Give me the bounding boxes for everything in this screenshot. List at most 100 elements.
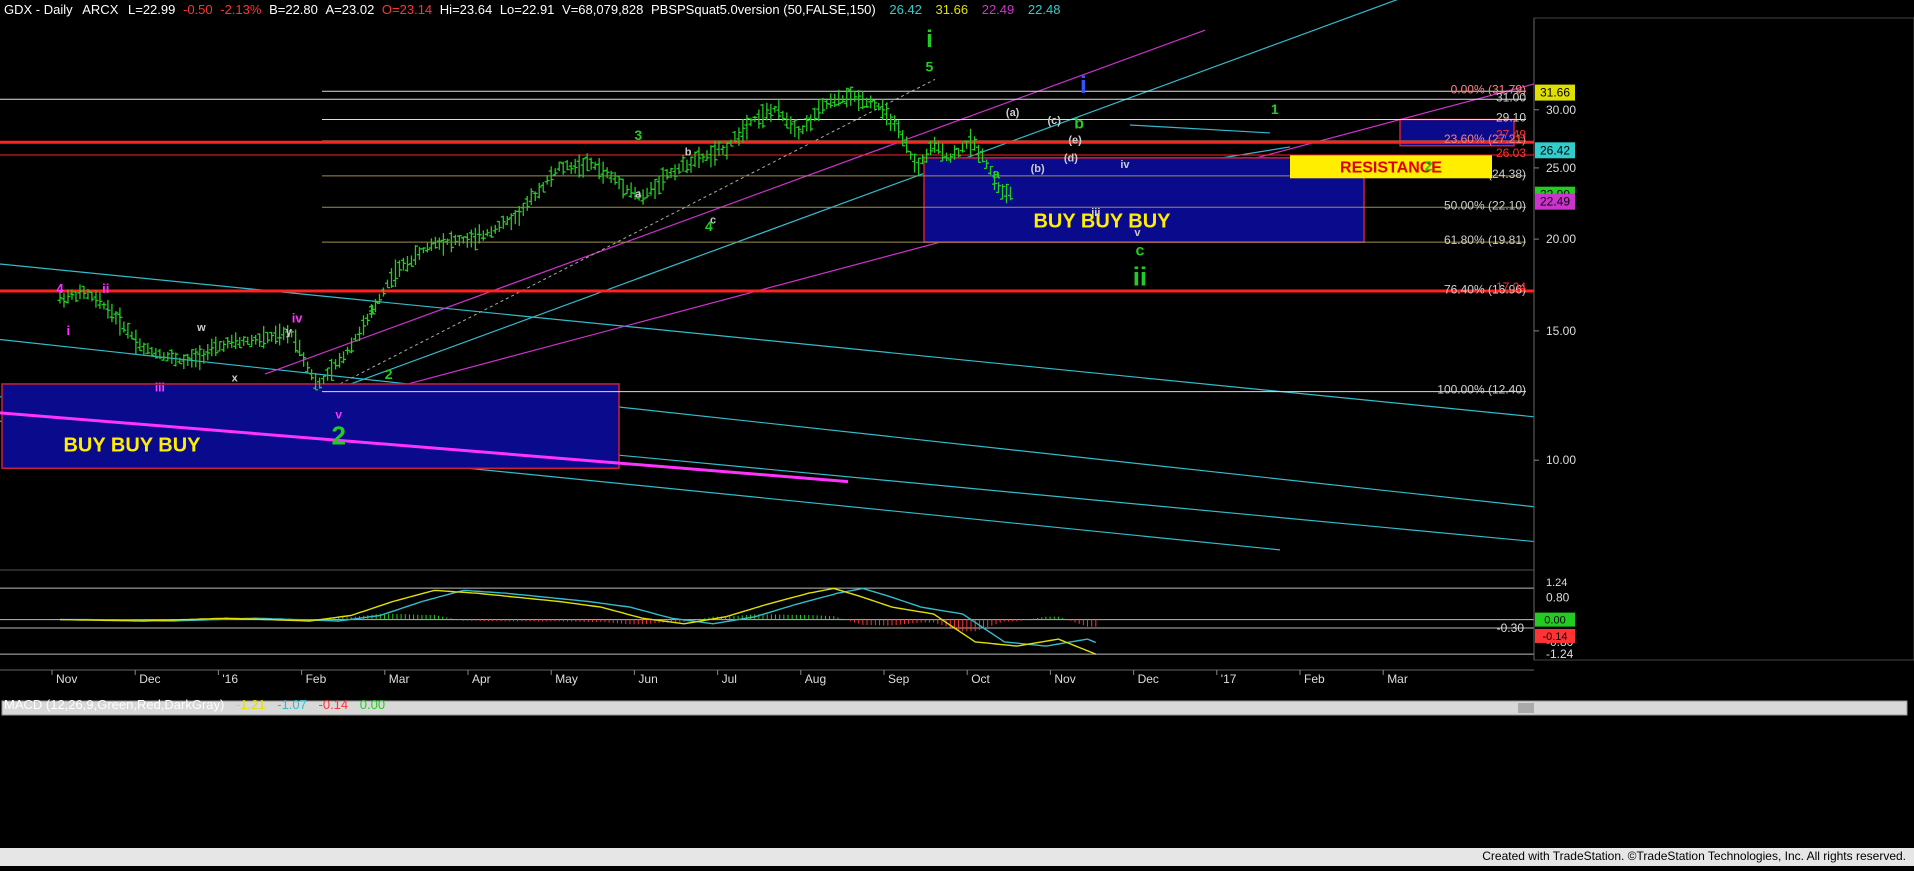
wave-label: 2 <box>331 421 345 451</box>
last-label: L=22.99 <box>128 2 176 17</box>
study-value-3: 22.49 <box>981 2 1015 17</box>
wave-label: v <box>335 407 342 421</box>
fib-level-label: 31.00 <box>1496 90 1526 104</box>
wave-label: (d) <box>1064 153 1078 165</box>
wave-label: 1 <box>368 301 376 317</box>
wave-label: (c) <box>1048 115 1062 127</box>
time-axis-label: May <box>555 672 578 686</box>
study-value-2: 31.66 <box>935 2 969 17</box>
change-pct-label: -2.13% <box>220 2 262 17</box>
study-value-4: 22.48 <box>1027 2 1061 17</box>
wave-label: ii <box>102 281 109 296</box>
time-axis-label: Feb <box>306 672 327 686</box>
wave-label: 3 <box>634 127 642 143</box>
wave-label: 4 <box>56 281 64 296</box>
price-axis-panel <box>1533 17 1914 661</box>
macd-value-3: -0.14 <box>318 697 349 712</box>
wave-label: a <box>992 165 1000 181</box>
chart-header: GDX - Daily ARCX L=22.99 -0.50 -2.13% B=… <box>4 2 1060 17</box>
wave-label: i <box>1080 72 1087 99</box>
wave-label: iv <box>292 310 304 325</box>
time-axis-label: Apr <box>472 672 491 686</box>
bid-label: B=22.80 <box>269 2 318 17</box>
wave-label: 5 <box>926 59 934 75</box>
time-axis-label: Nov <box>1054 672 1075 686</box>
low-label: Lo=22.91 <box>499 2 555 17</box>
wave-label: w <box>196 322 206 334</box>
wave-label: i <box>67 323 71 338</box>
time-axis-label: Jul <box>722 672 737 686</box>
change-label: -0.50 <box>182 2 213 17</box>
high-label: Hi=23.64 <box>439 2 493 17</box>
wave-label: x <box>232 372 239 384</box>
wave-label: 2 <box>385 366 393 382</box>
exchange-label: ARCX <box>82 2 119 17</box>
ask-label: A=23.02 <box>325 2 375 17</box>
wave-label: c <box>1135 242 1144 259</box>
wave-label: i <box>926 26 933 53</box>
time-scrollbar-thumb <box>1518 703 1534 713</box>
y-axis-tick-label: 25.00 <box>1546 161 1576 175</box>
time-axis-label: Dec <box>1138 672 1159 686</box>
study-value-1: 26.42 <box>889 2 922 17</box>
time-axis-background <box>0 670 1914 698</box>
time-axis-label: Mar <box>1387 672 1408 686</box>
fib-level-label: 29.10 <box>1496 110 1526 124</box>
price-badge-label: 31.66 <box>1540 86 1570 100</box>
macd-value-1: -1.21 <box>235 697 266 712</box>
fib-level-label: 27.49 <box>1496 128 1526 142</box>
time-axis-label: Mar <box>389 672 410 686</box>
wave-label: y <box>286 326 293 338</box>
fib-level-label: 26.03 <box>1496 146 1526 160</box>
time-axis-label: Jun <box>638 672 657 686</box>
y-axis-tick-label: 30.00 <box>1546 103 1576 117</box>
time-axis-label: '17 <box>1221 672 1237 686</box>
macd-level-label: -1.24 <box>1546 647 1574 661</box>
y-axis-tick-label: 10.00 <box>1546 453 1576 467</box>
price-badge-label: 22.49 <box>1540 195 1570 209</box>
wave-label: iii <box>1091 207 1100 219</box>
open-label: O=23.14 <box>381 2 433 17</box>
time-axis-label: Sep <box>888 672 910 686</box>
chart-svg: 0.00% (31.79)31.0029.1023.60% (27.21)27.… <box>0 0 1914 866</box>
time-axis-label: '16 <box>222 672 238 686</box>
y-axis-tick-label: 15.00 <box>1546 324 1576 338</box>
wave-label: b <box>1074 115 1084 132</box>
macd-value-4: 0.00 <box>359 697 386 712</box>
wave-label: iv <box>1120 159 1130 171</box>
wave-label: 1 <box>1271 101 1279 117</box>
time-axis-label: Dec <box>139 672 160 686</box>
symbol-label: GDX - Daily <box>4 2 73 17</box>
macd-level-label: 1.24 <box>1546 577 1567 589</box>
time-axis-label: Aug <box>805 672 826 686</box>
macd-level-label: -0.30 <box>1497 621 1525 635</box>
macd-axis-tick-label: 0.80 <box>1546 590 1570 604</box>
macd-badge-label: -0.14 <box>1542 631 1567 643</box>
wave-label: 4 <box>705 218 713 234</box>
macd-badge-label: 0.00 <box>1544 615 1565 627</box>
wave-label: ii <box>1133 261 1147 291</box>
wave-label: v <box>1134 227 1141 239</box>
buy-box-label: BUY BUY BUY <box>1033 211 1171 233</box>
wave-label: b <box>685 146 692 158</box>
buy-box-left-label: BUY BUY BUY <box>63 435 201 457</box>
macd-value-2: -1.07 <box>277 697 307 712</box>
wave-label: a <box>635 188 642 200</box>
time-axis-label: Feb <box>1304 672 1325 686</box>
fib-level-label: 17.04 <box>1496 280 1526 294</box>
time-axis-label: Oct <box>971 672 990 686</box>
wave-label: 2 <box>1425 157 1433 173</box>
price-badge-label: 26.42 <box>1540 143 1570 157</box>
wave-label: (e) <box>1068 134 1082 146</box>
footer-text: Created with TradeStation. ©TradeStation… <box>1482 849 1906 863</box>
wave-label: (b) <box>1031 163 1045 175</box>
volume-label: V=68,079,828 <box>562 2 644 17</box>
time-axis-label: Nov <box>56 672 77 686</box>
y-axis-tick-label: 20.00 <box>1546 232 1576 246</box>
wave-label: iii <box>155 381 165 395</box>
study-label: PBSPSquat5.0version (50,FALSE,150) <box>651 2 876 17</box>
macd-header: MACD (12,26,9,Green,Red,DarkGray) -1.21 … <box>4 697 385 712</box>
wave-label: (a) <box>1006 107 1020 119</box>
fib-level-label: 100.00% (12.40) <box>1437 383 1526 397</box>
fib-level-label: 61.80% (19.81) <box>1444 233 1526 247</box>
